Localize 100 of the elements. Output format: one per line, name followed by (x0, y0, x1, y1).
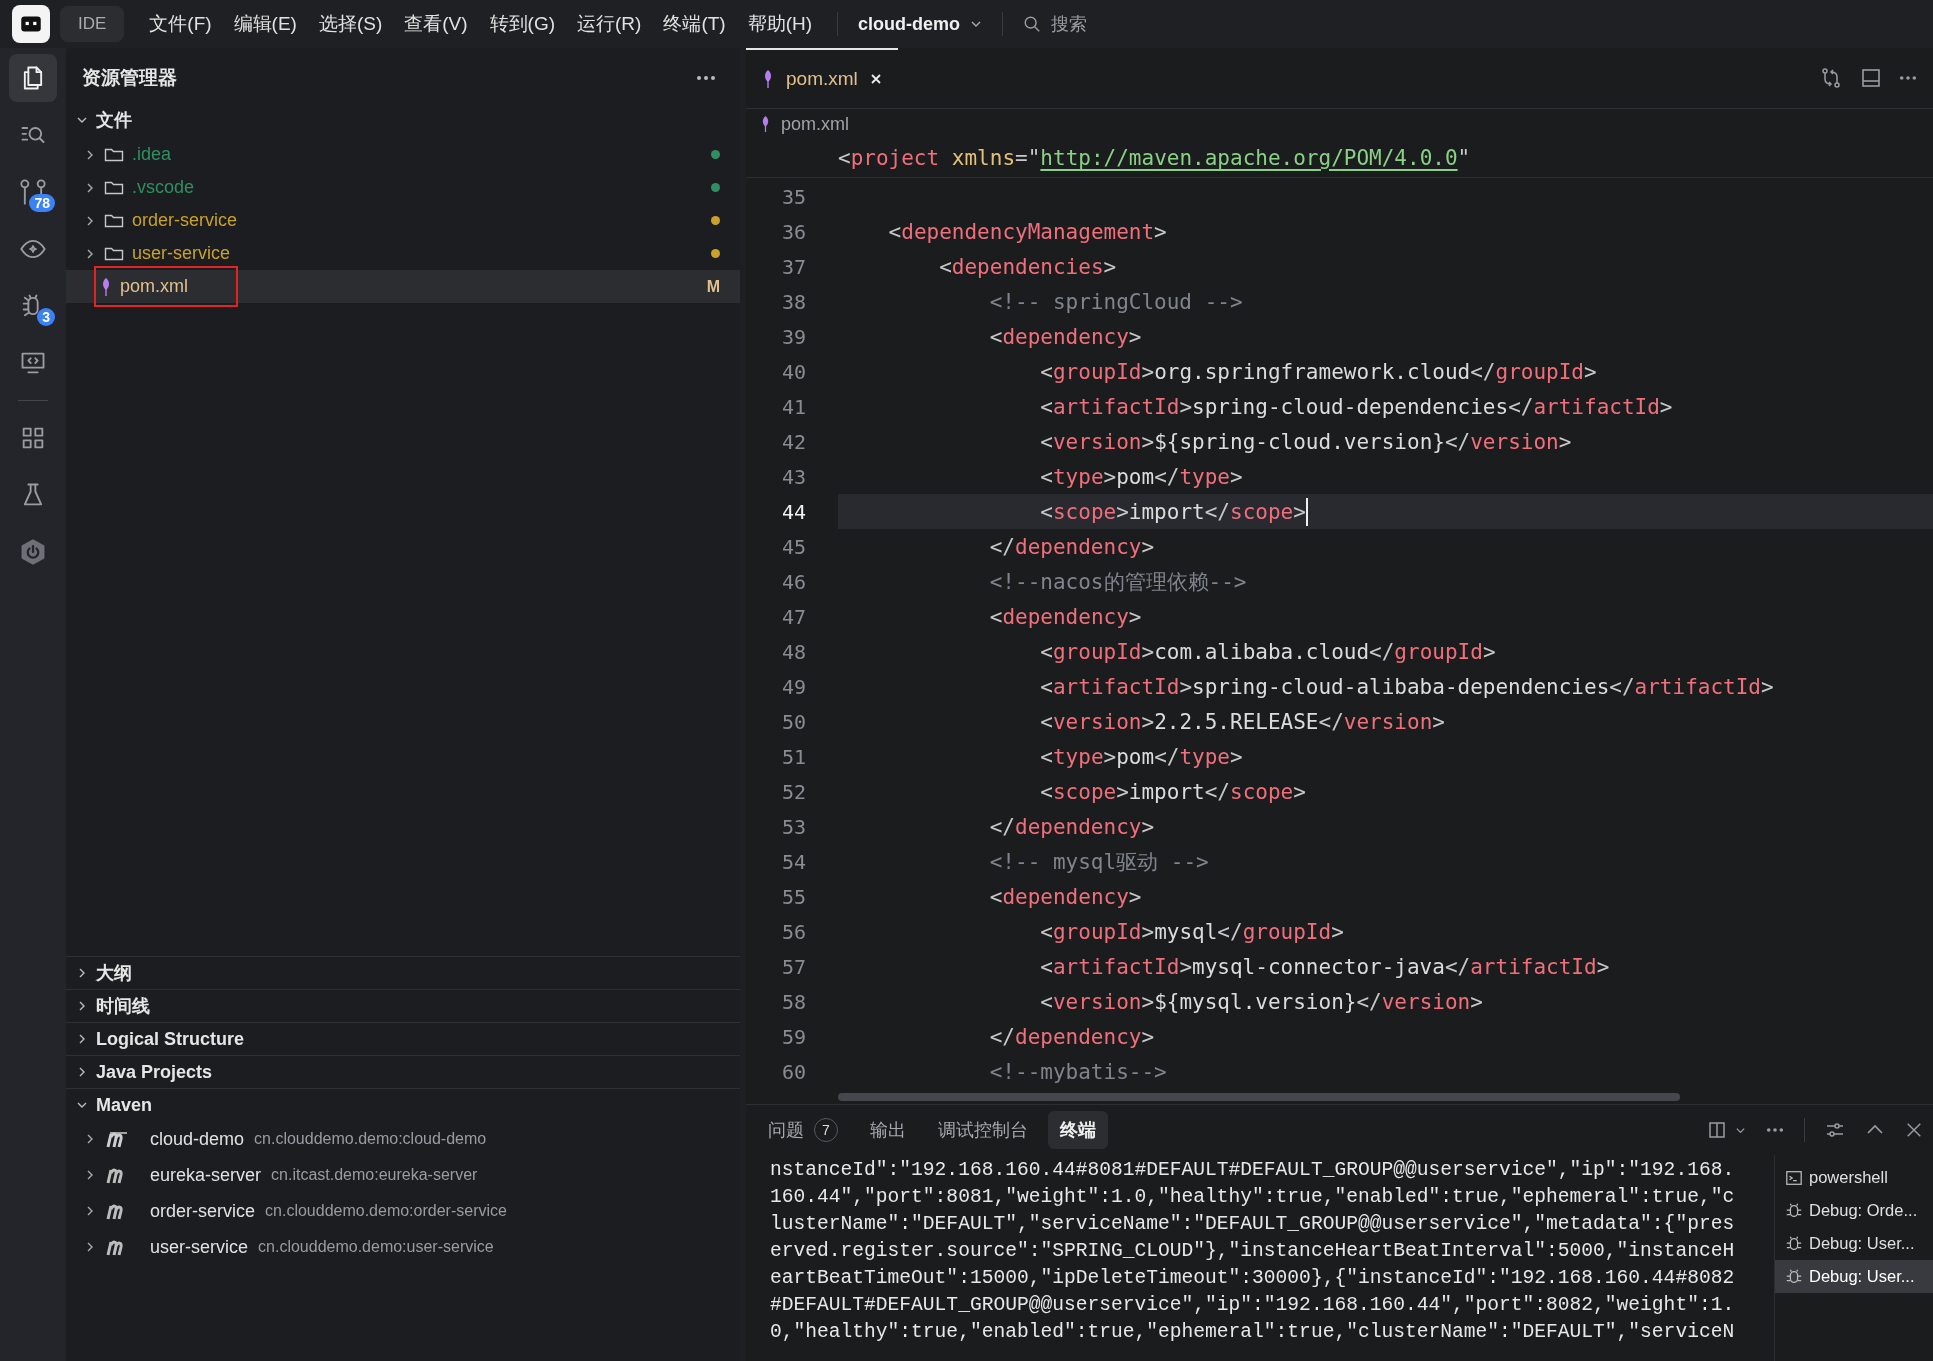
more-icon[interactable] (1899, 75, 1917, 81)
line-number: 36 (780, 219, 806, 244)
menu-item[interactable]: 转到(G) (480, 5, 565, 43)
compare-icon[interactable] (1819, 66, 1843, 90)
file-name: .vscode (132, 177, 195, 198)
breadcrumb[interactable]: pom.xml (781, 113, 849, 135)
project-name: user-service (150, 1236, 249, 1258)
spring-icon (19, 538, 47, 566)
line-number: 47 (780, 604, 806, 629)
menu-item[interactable]: 运行(R) (568, 5, 651, 43)
menu-item[interactable]: 帮助(H) (738, 5, 822, 43)
terminal-list-item[interactable]: Debug: User... (1775, 1260, 1933, 1293)
project-coordinates: cn.clouddemo.demo:user-service (258, 1238, 494, 1256)
terminal-list-item[interactable]: powershell (1775, 1161, 1933, 1194)
panel-layout-icon[interactable] (1859, 66, 1883, 90)
section-title: 大纲 (96, 962, 132, 985)
maven-project-item[interactable]: cloud-demo cn.clouddemo.demo:cloud-demo (66, 1121, 740, 1157)
line-number: 46 (780, 569, 806, 594)
section-header[interactable]: Java Projects (66, 1055, 740, 1088)
menu-item[interactable]: 文件(F) (140, 5, 221, 43)
line-number: 57 (780, 954, 806, 979)
code-line: <scope>import</scope> (1039, 499, 1306, 524)
line-number: 58 (780, 989, 806, 1014)
folder-icon (104, 212, 124, 229)
panel-tab[interactable]: 问题 7 (756, 1111, 850, 1149)
line-number: 48 (780, 639, 806, 664)
folder-icon (104, 245, 124, 262)
terminal-line: eartBeatTimeOut":15000,"ipDeleteTimeout":30000},{"instanceId":"192.168.160.44#8082 (770, 1266, 1736, 1291)
menu-item[interactable]: 终端(T) (654, 5, 735, 43)
section-header[interactable]: 时间线 (66, 989, 740, 1022)
folder-icon (104, 146, 124, 163)
close-icon[interactable] (1905, 1121, 1923, 1139)
bug-icon (1785, 1267, 1803, 1286)
code-line: </dependency> (988, 534, 1155, 559)
section-title: Java Projects (96, 1061, 213, 1083)
line-number: 42 (780, 429, 806, 454)
terminal-line: erved.register.source":"SPRING_CLOUD"},"instanceHeartBeatInterval":5000,"instanceH (770, 1239, 1736, 1264)
line-number: 55 (780, 884, 806, 909)
panel-tab[interactable]: 输出 (858, 1111, 918, 1149)
code-line: <version>2.2.5.RELEASE</version> (1039, 709, 1445, 734)
code-line: <dependency> (988, 884, 1142, 909)
line-number: 44 (780, 499, 806, 524)
project-coordinates: cn.itcast.demo:eureka-server (271, 1166, 478, 1184)
feather-icon (760, 115, 771, 133)
project-name: eureka-server (150, 1164, 262, 1186)
line-number: 60 (780, 1059, 806, 1084)
line-number: 53 (780, 814, 806, 839)
code-line: </dependency> (988, 814, 1155, 839)
code-line: <dependency> (988, 324, 1142, 349)
maven-project-item[interactable]: eureka-server cn.itcast.demo:eureka-server (66, 1157, 740, 1193)
panel-tab[interactable]: 调试控制台 (926, 1111, 1040, 1149)
menu-item[interactable]: 编辑(E) (224, 5, 306, 43)
file-tree-item[interactable]: user-service (66, 237, 740, 270)
menu-item[interactable]: 查看(V) (395, 5, 477, 43)
code-line: <artifactId>spring-cloud-dependencies</artifactId> (1039, 394, 1673, 419)
close-icon[interactable] (869, 73, 882, 85)
code-line: <!--mybatis--> (988, 1059, 1167, 1084)
line-number: 41 (780, 394, 806, 419)
bug-icon (1785, 1234, 1803, 1253)
code-line: <!--nacos的管理依赖--> (988, 568, 1247, 596)
horizontal-scrollbar[interactable] (838, 1093, 1680, 1101)
project-switcher[interactable]: cloud-demo (854, 7, 987, 41)
panel-tab[interactable]: 终端 (1048, 1111, 1108, 1149)
terminal-list-item[interactable]: Debug: Orde... (1775, 1194, 1933, 1227)
file-name: order-service (132, 210, 238, 231)
line-number: 37 (780, 254, 806, 279)
terminal-line: nstanceId":"192.168.160.44#8081#DEFAULT#DEFAULT_GROUP@@userservice","ip":"192.168. (770, 1158, 1736, 1183)
file-tree-item[interactable]: .idea (66, 138, 740, 171)
file-tree-item[interactable]: .vscode (66, 171, 740, 204)
feather-icon (762, 69, 774, 89)
app-logo-icon (12, 5, 50, 43)
folder-icon (104, 179, 124, 196)
line-number: 56 (780, 919, 806, 944)
line-number: 59 (780, 1024, 806, 1049)
line-number: 43 (780, 464, 806, 489)
section-header[interactable]: 文件 (66, 102, 740, 138)
more-icon[interactable] (1766, 1127, 1784, 1133)
search-field[interactable]: 搜索 (1049, 12, 1174, 36)
sidebar-title: 资源管理器 (82, 66, 177, 90)
section-header[interactable]: Maven (66, 1088, 740, 1121)
app-label: IDE (60, 6, 125, 42)
file-name: user-service (132, 243, 231, 264)
activity-bar-button[interactable]: 3 (9, 282, 57, 330)
section-header[interactable]: 大纲 (66, 956, 740, 989)
feather-icon (100, 276, 112, 297)
maven-project-item[interactable]: user-service cn.clouddemo.demo:user-service (66, 1229, 740, 1265)
activity-bar-button[interactable] (9, 54, 57, 102)
project-name: order-service (150, 1200, 256, 1222)
split-icon[interactable] (1707, 1120, 1727, 1140)
file-name: pom.xml (120, 276, 188, 297)
file-tree-item[interactable]: order-service (66, 204, 740, 237)
maven-project-item[interactable]: order-service cn.clouddemo.demo:order-service (66, 1193, 740, 1229)
menu-item[interactable]: 选择(S) (309, 5, 392, 43)
sliders-icon[interactable] (1825, 1120, 1845, 1140)
activity-bar-button[interactable]: 78 (9, 168, 57, 216)
terminal-list-item[interactable]: Debug: User... (1775, 1227, 1933, 1260)
code-line: <!-- mysql驱动 --> (988, 848, 1209, 876)
line-number: 54 (780, 849, 806, 874)
line-number: 39 (780, 324, 806, 349)
section-header[interactable]: Logical Structure (66, 1022, 740, 1055)
